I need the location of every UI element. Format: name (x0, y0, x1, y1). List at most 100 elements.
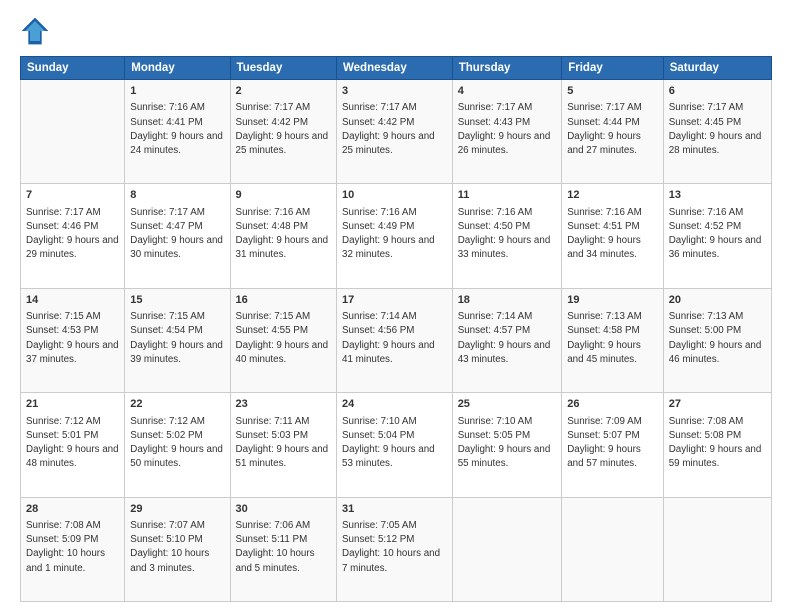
day-number: 18 (458, 293, 557, 308)
cell-content: Sunrise: 7:16 AMSunset: 4:48 PMDaylight:… (236, 206, 331, 263)
cell-content: Sunrise: 7:10 AMSunset: 5:05 PMDaylight:… (458, 415, 557, 472)
day-cell: 7 Sunrise: 7:17 AMSunset: 4:46 PMDaylight… (21, 184, 125, 288)
day-number: 29 (130, 502, 224, 517)
day-number: 8 (130, 188, 224, 203)
day-cell (663, 497, 771, 601)
cell-content: Sunrise: 7:17 AMSunset: 4:42 PMDaylight:… (236, 101, 331, 158)
day-number: 28 (26, 502, 119, 517)
day-cell: 22 Sunrise: 7:12 AMSunset: 5:02 PMDayligh… (125, 393, 230, 497)
day-number: 6 (669, 84, 766, 99)
day-number: 10 (342, 188, 447, 203)
day-cell: 4Sunrise: 7:17 AMSunset: 4:43 PMDaylight… (452, 80, 562, 184)
col-header-friday: Friday (562, 57, 664, 80)
day-cell: 21 Sunrise: 7:12 AMSunset: 5:01 PMDayligh… (21, 393, 125, 497)
col-header-tuesday: Tuesday (230, 57, 336, 80)
day-cell: 16Sunrise: 7:15 AMSunset: 4:55 PMDayligh… (230, 288, 336, 392)
cell-content: Sunrise: 7:08 AMSunset: 5:08 PMDaylight:… (669, 415, 766, 472)
day-number: 14 (26, 293, 119, 308)
day-cell: 20 Sunrise: 7:13 AMSunset: 5:00 PMDayligh… (663, 288, 771, 392)
cell-content: Sunrise: 7:11 AMSunset: 5:03 PMDaylight:… (236, 415, 331, 472)
cell-content: Sunrise: 7:17 AMSunset: 4:42 PMDaylight:… (342, 101, 447, 158)
cell-content: Sunrise: 7:07 AMSunset: 5:10 PMDaylight:… (130, 519, 224, 576)
day-number: 22 (130, 397, 224, 412)
day-number: 15 (130, 293, 224, 308)
day-number: 20 (669, 293, 766, 308)
day-cell: 19Sunrise: 7:13 AMSunset: 4:58 PMDayligh… (562, 288, 664, 392)
day-cell: 6Sunrise: 7:17 AMSunset: 4:45 PMDaylight… (663, 80, 771, 184)
cell-content: Sunrise: 7:12 AMSunset: 5:02 PMDaylight:… (130, 415, 224, 472)
col-header-saturday: Saturday (663, 57, 771, 80)
cell-content: Sunrise: 7:13 AMSunset: 5:00 PMDaylight:… (669, 310, 766, 367)
cell-content: Sunrise: 7:16 AMSunset: 4:51 PMDaylight:… (567, 206, 658, 263)
cell-content: Sunrise: 7:15 AMSunset: 4:54 PMDaylight:… (130, 310, 224, 367)
day-number: 7 (26, 188, 119, 203)
day-cell: 9 Sunrise: 7:16 AMSunset: 4:48 PMDaylight… (230, 184, 336, 288)
day-cell: 17 Sunrise: 7:14 AMSunset: 4:56 PMDayligh… (337, 288, 453, 392)
cell-content: Sunrise: 7:17 AMSunset: 4:46 PMDaylight:… (26, 206, 119, 263)
cell-content: Sunrise: 7:12 AMSunset: 5:01 PMDaylight:… (26, 415, 119, 472)
cell-content: Sunrise: 7:06 AMSunset: 5:11 PMDaylight:… (236, 519, 331, 576)
week-row-3: 21 Sunrise: 7:12 AMSunset: 5:01 PMDayligh… (21, 393, 772, 497)
day-cell (452, 497, 562, 601)
day-number: 31 (342, 502, 447, 517)
day-cell: 24 Sunrise: 7:10 AMSunset: 5:04 PMDayligh… (337, 393, 453, 497)
week-row-1: 7 Sunrise: 7:17 AMSunset: 4:46 PMDaylight… (21, 184, 772, 288)
day-cell: 23 Sunrise: 7:11 AMSunset: 5:03 PMDayligh… (230, 393, 336, 497)
day-cell: 18Sunrise: 7:14 AMSunset: 4:57 PMDayligh… (452, 288, 562, 392)
day-number: 3 (342, 84, 447, 99)
day-cell: 14 Sunrise: 7:15 AMSunset: 4:53 PMDayligh… (21, 288, 125, 392)
day-number: 24 (342, 397, 447, 412)
day-number: 27 (669, 397, 766, 412)
cell-content: Sunrise: 7:17 AMSunset: 4:47 PMDaylight:… (130, 206, 224, 263)
col-header-thursday: Thursday (452, 57, 562, 80)
day-cell: 26Sunrise: 7:09 AMSunset: 5:07 PMDayligh… (562, 393, 664, 497)
day-number: 13 (669, 188, 766, 203)
day-number: 21 (26, 397, 119, 412)
day-cell: 2 Sunrise: 7:17 AMSunset: 4:42 PMDaylight… (230, 80, 336, 184)
day-number: 19 (567, 293, 658, 308)
day-cell: 12 Sunrise: 7:16 AMSunset: 4:51 PMDayligh… (562, 184, 664, 288)
calendar-table: SundayMondayTuesdayWednesdayThursdayFrid… (20, 56, 772, 602)
logo-icon (20, 16, 50, 46)
day-number: 12 (567, 188, 658, 203)
col-header-wednesday: Wednesday (337, 57, 453, 80)
day-number: 2 (236, 84, 331, 99)
week-row-0: 1 Sunrise: 7:16 AMSunset: 4:41 PMDaylight… (21, 80, 772, 184)
day-number: 11 (458, 188, 557, 203)
col-header-monday: Monday (125, 57, 230, 80)
cell-content: Sunrise: 7:16 AMSunset: 4:52 PMDaylight:… (669, 206, 766, 263)
day-number: 17 (342, 293, 447, 308)
week-row-4: 28 Sunrise: 7:08 AMSunset: 5:09 PMDayligh… (21, 497, 772, 601)
cell-content: Sunrise: 7:17 AMSunset: 4:44 PMDaylight:… (567, 101, 658, 158)
col-header-sunday: Sunday (21, 57, 125, 80)
day-cell (562, 497, 664, 601)
page: SundayMondayTuesdayWednesdayThursdayFrid… (0, 0, 792, 612)
cell-content: Sunrise: 7:15 AMSunset: 4:53 PMDaylight:… (26, 310, 119, 367)
day-cell: 13 Sunrise: 7:16 AMSunset: 4:52 PMDayligh… (663, 184, 771, 288)
cell-content: Sunrise: 7:16 AMSunset: 4:41 PMDaylight:… (130, 101, 224, 158)
day-cell: 15 Sunrise: 7:15 AMSunset: 4:54 PMDayligh… (125, 288, 230, 392)
day-number: 30 (236, 502, 331, 517)
cell-content: Sunrise: 7:16 AMSunset: 4:50 PMDaylight:… (458, 206, 557, 263)
day-cell: 30 Sunrise: 7:06 AMSunset: 5:11 PMDayligh… (230, 497, 336, 601)
day-cell: 1 Sunrise: 7:16 AMSunset: 4:41 PMDaylight… (125, 80, 230, 184)
day-cell: 10 Sunrise: 7:16 AMSunset: 4:49 PMDayligh… (337, 184, 453, 288)
day-cell: 25 Sunrise: 7:10 AMSunset: 5:05 PMDayligh… (452, 393, 562, 497)
day-number: 25 (458, 397, 557, 412)
day-number: 9 (236, 188, 331, 203)
week-row-2: 14 Sunrise: 7:15 AMSunset: 4:53 PMDayligh… (21, 288, 772, 392)
day-number: 23 (236, 397, 331, 412)
day-cell: 5Sunrise: 7:17 AMSunset: 4:44 PMDaylight… (562, 80, 664, 184)
cell-content: Sunrise: 7:17 AMSunset: 4:43 PMDaylight:… (458, 101, 557, 158)
day-number: 1 (130, 84, 224, 99)
cell-content: Sunrise: 7:16 AMSunset: 4:49 PMDaylight:… (342, 206, 447, 263)
day-cell: 31Sunrise: 7:05 AMSunset: 5:12 PMDayligh… (337, 497, 453, 601)
cell-content: Sunrise: 7:14 AMSunset: 4:56 PMDaylight:… (342, 310, 447, 367)
day-cell: 3 Sunrise: 7:17 AMSunset: 4:42 PMDaylight… (337, 80, 453, 184)
cell-content: Sunrise: 7:10 AMSunset: 5:04 PMDaylight:… (342, 415, 447, 472)
header (20, 16, 772, 46)
day-cell (21, 80, 125, 184)
cell-content: Sunrise: 7:08 AMSunset: 5:09 PMDaylight:… (26, 519, 119, 576)
day-number: 26 (567, 397, 658, 412)
header-row: SundayMondayTuesdayWednesdayThursdayFrid… (21, 57, 772, 80)
